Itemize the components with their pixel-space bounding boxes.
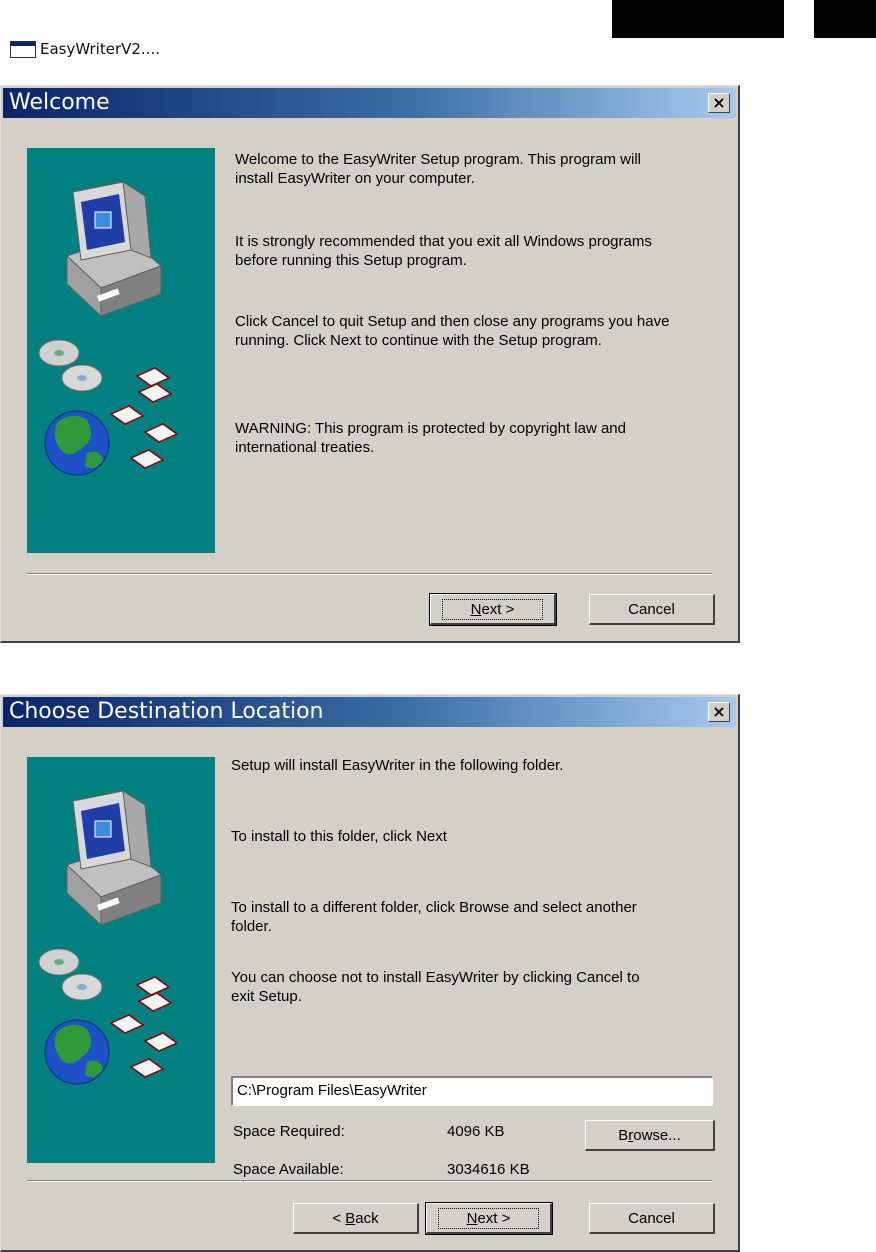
destination-paragraph-2: To install to this folder, click Next [231, 828, 447, 845]
space-required-value: 4096 KB [447, 1123, 505, 1140]
back-button[interactable]: < Back [293, 1203, 419, 1234]
welcome-close-button[interactable]: × [708, 93, 730, 113]
computer-icon [66, 790, 162, 927]
cd-icon [38, 339, 103, 392]
welcome-paragraph-3: Click Cancel to quit Setup and then clos… [235, 313, 670, 349]
destination-dialog: Choose Destination Location × Setup will… [0, 694, 740, 1252]
welcome-paragraph-1: Welcome to the EasyWriter Setup program.… [235, 151, 641, 187]
floppy-disk-icon [109, 976, 179, 1078]
welcome-art-panel [27, 148, 215, 553]
redaction-block-right [814, 0, 876, 38]
browse-button[interactable]: Browse... [585, 1120, 715, 1151]
cancel-button[interactable]: Cancel [589, 594, 715, 625]
destination-folder-value: C:\Program Files\EasyWriter [237, 1082, 427, 1099]
welcome-dialog: Welcome × Welcome to the EasyWriter Setu… [0, 85, 740, 643]
floppy-disk-icon [109, 367, 179, 469]
welcome-separator [27, 573, 712, 575]
computer-icon [66, 181, 162, 318]
destination-separator [27, 1180, 712, 1182]
globe-icon [44, 1019, 110, 1085]
destination-folder-field[interactable]: C:\Program Files\EasyWriter [231, 1076, 713, 1106]
taskbar-app-label: EasyWriterV2.... [40, 40, 161, 58]
close-icon: × [712, 702, 726, 721]
welcome-title: Welcome [9, 90, 110, 115]
destination-paragraph-3: To install to a different folder, click … [231, 899, 637, 935]
close-icon: × [712, 93, 726, 112]
taskbar-app-button[interactable]: EasyWriterV2.... [10, 39, 160, 59]
setup-illustration [38, 181, 179, 476]
welcome-titlebar[interactable]: Welcome × [3, 88, 736, 118]
app-window-icon [10, 40, 36, 58]
space-required-label: Space Required: [233, 1123, 345, 1140]
destination-titlebar[interactable]: Choose Destination Location × [3, 697, 736, 727]
destination-title: Choose Destination Location [9, 699, 324, 724]
next-button[interactable]: Next > [425, 1202, 553, 1235]
welcome-warning: WARNING: This program is protected by co… [235, 420, 626, 456]
welcome-paragraph-2: It is strongly recommended that you exit… [235, 233, 652, 269]
redaction-block-left [612, 0, 784, 38]
globe-icon [44, 410, 110, 476]
setup-illustration [38, 790, 179, 1085]
cancel-button[interactable]: Cancel [589, 1203, 715, 1234]
space-available-value: 3034616 KB [447, 1161, 530, 1178]
destination-paragraph-4: You can choose not to install EasyWriter… [231, 969, 640, 1005]
cd-icon [38, 948, 103, 1001]
next-button[interactable]: Next > [429, 593, 557, 626]
destination-paragraph-1: Setup will install EasyWriter in the fol… [231, 757, 564, 774]
space-available-label: Space Available: [233, 1161, 344, 1178]
destination-close-button[interactable]: × [708, 702, 730, 722]
destination-art-panel [27, 757, 215, 1163]
